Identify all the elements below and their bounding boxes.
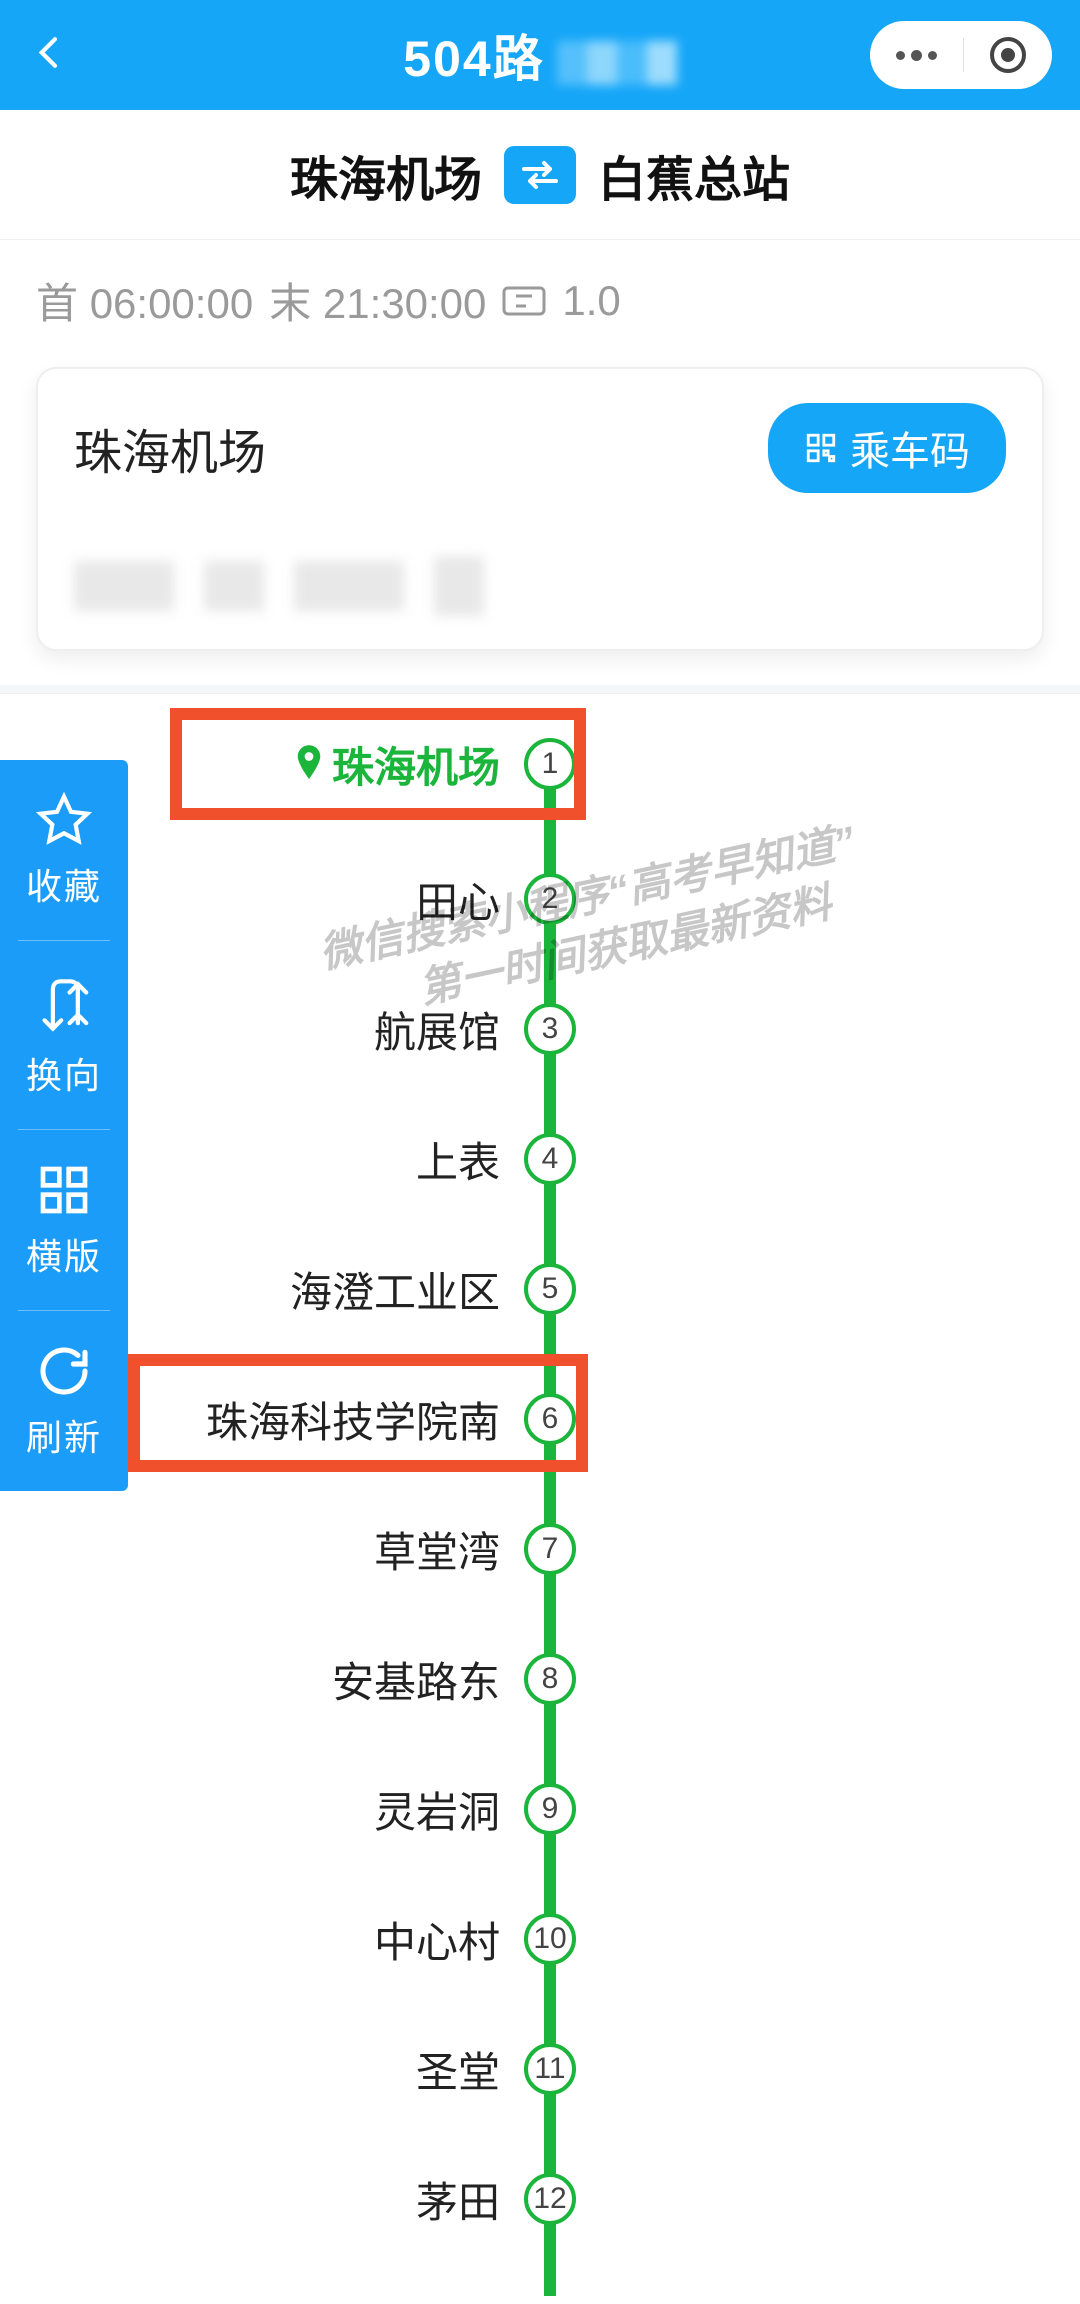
more-button[interactable] — [896, 50, 937, 61]
stop-row[interactable]: 珠海机场 1 — [0, 694, 1080, 834]
stop-row[interactable]: 茅田 12 — [0, 2134, 1080, 2264]
stop-number: 10 — [524, 1913, 576, 1965]
reverse-button[interactable]: 换向 — [0, 941, 128, 1129]
stop-row[interactable]: 安基路东 8 — [0, 1614, 1080, 1744]
refresh-button[interactable]: 刷新 — [0, 1311, 128, 1491]
stop-number: 1 — [524, 738, 576, 790]
reverse-label: 换向 — [26, 1047, 102, 1099]
stop-row[interactable]: 上表 4 — [0, 1094, 1080, 1224]
stop-row[interactable]: 航展馆 3 — [0, 964, 1080, 1094]
favorite-button[interactable]: 收藏 — [0, 760, 128, 940]
stop-name: 海澄工业区 — [290, 1259, 500, 1320]
qr-label: 乘车码 — [850, 419, 970, 477]
stop-row[interactable]: 田心 2 — [0, 834, 1080, 964]
header-blur — [557, 41, 677, 85]
reverse-icon — [36, 973, 92, 1037]
route-header: 珠海机场 白蕉总站 — [0, 110, 1080, 240]
stop-row[interactable]: 灵岩洞 9 — [0, 1744, 1080, 1874]
stop-name: 上表 — [416, 1129, 500, 1190]
stop-name: 中心村 — [374, 1909, 500, 1970]
star-icon — [36, 792, 92, 848]
current-station-card: 珠海机场 乘车码 — [36, 367, 1044, 651]
side-panel: 收藏 换向 横版 刷新 — [0, 760, 128, 1491]
route-to: 白蕉总站 — [598, 140, 790, 210]
stop-row[interactable]: 海澄工业区 5 — [0, 1224, 1080, 1354]
stop-number: 4 — [524, 1133, 576, 1185]
stop-number: 8 — [524, 1653, 576, 1705]
qr-code-button[interactable]: 乘车码 — [768, 403, 1006, 493]
back-button[interactable] — [30, 33, 70, 78]
info-section: 首 06:00:00 末 21:30:00 1.0 珠海机场 乘车码 — [0, 240, 1080, 685]
divider — [963, 38, 964, 72]
horizontal-label: 横版 — [26, 1228, 102, 1280]
stop-name: 茅田 — [416, 2169, 500, 2230]
stop-name: 草堂湾 — [374, 1519, 500, 1580]
grid-icon — [36, 1162, 92, 1218]
station-card-title: 珠海机场 — [74, 413, 266, 483]
stop-row[interactable]: 草堂湾 7 — [0, 1484, 1080, 1614]
header: 504路 — [0, 0, 1080, 110]
refresh-icon — [36, 1343, 92, 1399]
card-blur-row — [74, 553, 1006, 619]
stop-name: 珠海机场 — [294, 734, 500, 795]
target-button[interactable] — [990, 37, 1026, 73]
stop-name: 田心 — [416, 869, 500, 930]
favorite-label: 收藏 — [26, 858, 102, 910]
schedule-line: 首 06:00:00 末 21:30:00 1.0 — [36, 270, 1044, 331]
refresh-label: 刷新 — [26, 1409, 102, 1461]
stop-number: 5 — [524, 1263, 576, 1315]
header-actions — [870, 21, 1052, 89]
stop-row[interactable]: 珠海科技学院南 6 — [0, 1354, 1080, 1484]
swap-icon — [518, 157, 562, 193]
stop-number: 2 — [524, 873, 576, 925]
horizontal-button[interactable]: 横版 — [0, 1130, 128, 1310]
stop-name: 航展馆 — [374, 999, 500, 1060]
route-from: 珠海机场 — [290, 140, 482, 210]
chevron-left-icon — [30, 33, 70, 73]
stop-number: 3 — [524, 1003, 576, 1055]
stop-number: 9 — [524, 1783, 576, 1835]
stop-name: 圣堂 — [416, 2039, 500, 2100]
swap-direction-button[interactable] — [504, 146, 576, 204]
stop-number: 12 — [524, 2173, 576, 2225]
stop-number: 6 — [524, 1393, 576, 1445]
stop-row[interactable]: 圣堂 11 — [0, 2004, 1080, 2134]
stops-list: 珠海机场 1 田心 2 航展馆 3 上表 4 海澄工业区 5 珠海科技学院南 6 草堂湾 7 安基路东 8 灵岩… — [0, 693, 1080, 2304]
pin-icon — [294, 745, 324, 783]
page-title: 504路 — [403, 19, 676, 91]
stop-number: 11 — [524, 2043, 576, 2095]
stop-number: 7 — [524, 1523, 576, 1575]
stop-name: 灵岩洞 — [374, 1779, 500, 1840]
qr-icon — [804, 431, 838, 465]
stop-name: 珠海科技学院南 — [206, 1389, 500, 1450]
stop-row[interactable]: 中心村 10 — [0, 1874, 1080, 2004]
ticket-icon — [502, 284, 546, 318]
stop-name: 安基路东 — [332, 1649, 500, 1710]
